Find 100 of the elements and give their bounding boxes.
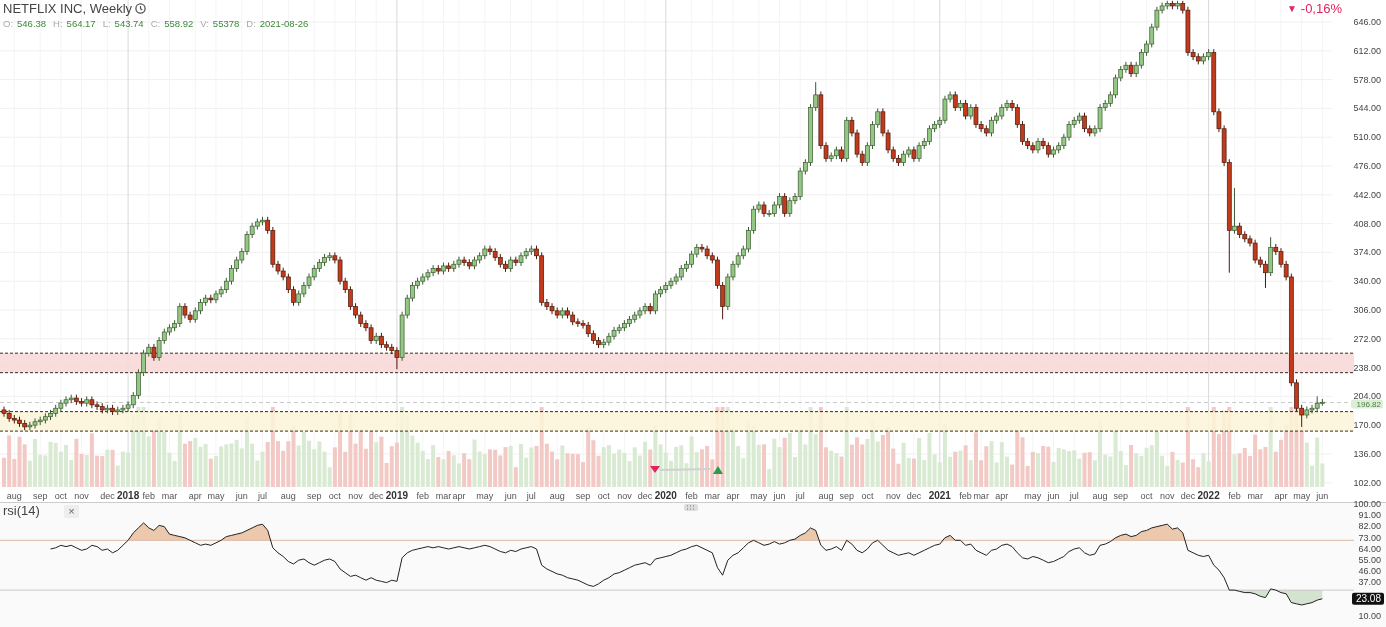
axis-label: nov (348, 491, 363, 501)
axis-label: feb (959, 491, 972, 501)
change-arrow: ▼ (1286, 3, 1297, 14)
axis-label: nov (886, 491, 901, 501)
axis-label: jul (526, 491, 536, 501)
axis-label: feb (142, 491, 155, 501)
axis-label: apr (452, 491, 466, 501)
axis-label: 102.00 (1353, 477, 1381, 488)
axis-label: dec (637, 491, 653, 501)
field-label: V: (200, 18, 209, 29)
axis-label: aug (280, 491, 296, 501)
axis-label: feb (1228, 491, 1241, 501)
axis-label: dec (906, 491, 922, 501)
axis-label: sep (1113, 491, 1128, 501)
axis-label: 55.00 (1358, 555, 1381, 565)
axis-label: 204.00 (1353, 391, 1381, 402)
axis-label: 578.00 (1353, 74, 1381, 85)
axis-label: oct (861, 491, 874, 501)
axis-label: 476.00 (1353, 161, 1381, 171)
chart-title: NETFLIX INC, Weekly (3, 1, 133, 16)
axis-label: 100.00 (1353, 499, 1381, 509)
axis-label: jun (773, 491, 786, 501)
axis-label: mar (161, 491, 178, 501)
axis-label: mar (973, 491, 989, 501)
axis-label: 37.00 (1358, 577, 1381, 588)
field-label: O: (3, 18, 14, 29)
axis-label: aug (549, 491, 565, 501)
field-value: 2021-08-26 (259, 18, 309, 29)
axis-label: sep (839, 491, 854, 501)
axis-label: 2019 (385, 490, 409, 501)
axis-label: apr (1274, 491, 1288, 501)
axis-label: 306.00 (1353, 305, 1381, 315)
field-value: 546.38 (17, 18, 47, 29)
axis-label: aug (818, 491, 834, 501)
axis-label: may (207, 491, 225, 501)
axis-label: 91.00 (1358, 510, 1381, 521)
axis-label: 442.00 (1353, 189, 1381, 200)
axis-label: 73.00 (1358, 532, 1381, 543)
field-label: L: (102, 18, 111, 29)
axis-label: jul (1069, 491, 1079, 501)
axis-label: mar (704, 491, 721, 501)
axis-label: 646.00 (1353, 17, 1381, 27)
axis-label: 2020 (654, 490, 677, 501)
field-value: 55378 (212, 18, 240, 29)
price-tag: 196.82 (1351, 399, 1383, 409)
axis-label: dec (1180, 491, 1196, 501)
axis-label: apr (995, 491, 1009, 501)
axis-label: apr (188, 491, 202, 501)
axis-label: 136.00 (1353, 448, 1381, 459)
axis-label: 2018 (116, 490, 140, 501)
field-label: D: (246, 18, 256, 29)
axis-label: mar (435, 491, 452, 501)
axis-label: nov (617, 491, 632, 501)
axis-label: may (750, 491, 768, 501)
axis-label: may (476, 491, 494, 501)
axis-label: jul (795, 491, 805, 501)
axis-label: 612.00 (1353, 45, 1381, 56)
axis-label: mar (1247, 491, 1263, 501)
axis-label: oct (1140, 491, 1153, 501)
axis-label: 170.00 (1353, 420, 1381, 431)
axis-label: dec (100, 491, 115, 501)
axis-label: feb (685, 491, 698, 501)
axis-label: jun (1047, 491, 1060, 501)
field-label: H: (53, 18, 63, 29)
axis-label: nov (1160, 491, 1175, 501)
rsi-tag: 23.08 (1352, 592, 1384, 605)
axis-label: dec (369, 491, 384, 501)
axis-label: jun (235, 491, 248, 501)
axis-label: 374.00 (1353, 247, 1381, 258)
change-percent: -0,16% (1300, 1, 1342, 16)
axis-label: aug (1092, 491, 1108, 501)
axis-label: 340.00 (1353, 276, 1381, 287)
field-value: 558.92 (164, 18, 194, 29)
axis-label: jul (258, 491, 267, 501)
field-value: 543.74 (114, 18, 144, 29)
axis-label: sep (306, 491, 322, 501)
axis-label: nov (74, 491, 89, 501)
axis-label: 408.00 (1353, 218, 1381, 229)
axis-label: feb (416, 491, 430, 501)
axis-label: 64.00 (1358, 543, 1381, 554)
axis-label: jun (1316, 491, 1329, 501)
axis-label: oct (328, 491, 341, 501)
axis-label: sep (575, 491, 591, 501)
axis-label: may (1293, 491, 1311, 501)
axis-label: 510.00 (1353, 132, 1381, 143)
axis-label: jun (504, 491, 517, 501)
axis-label: oct (597, 491, 610, 501)
axis-label: apr (726, 491, 740, 501)
axis-label: aug (6, 491, 22, 501)
field-label: C: (150, 18, 161, 29)
axis-label: sep (32, 491, 48, 501)
close-button[interactable]: × (64, 505, 79, 518)
axis-label: 10.00 (1358, 611, 1381, 621)
axis-label: 544.00 (1353, 103, 1381, 114)
axis-label: 2022 (1197, 490, 1220, 501)
axis-label: oct (54, 491, 67, 501)
axis-label: may (1024, 491, 1042, 501)
axis-label: 82.00 (1358, 521, 1381, 532)
axis-label: 238.00 (1353, 362, 1381, 373)
indicator-label: rsi(14) (3, 503, 40, 518)
